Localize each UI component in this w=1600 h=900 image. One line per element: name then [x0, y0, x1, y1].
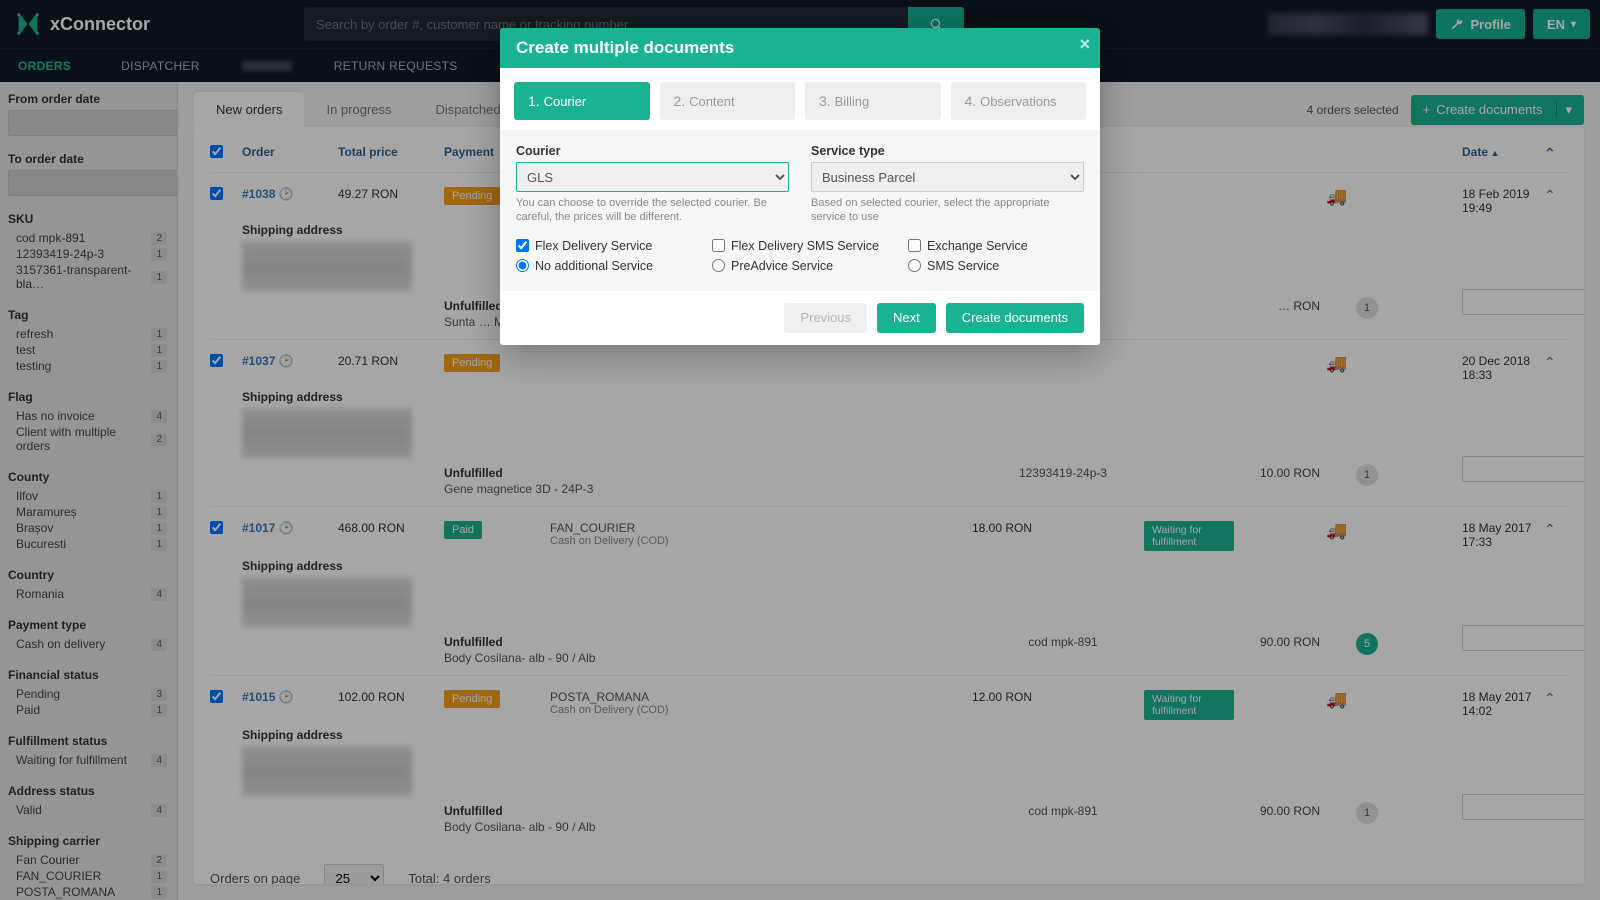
service-type-select[interactable]: Business Parcel: [811, 162, 1084, 192]
courier-field-label: Courier: [516, 144, 789, 158]
step-observations[interactable]: 4. Observations: [951, 82, 1087, 120]
modal-title: Create multiple documents: [516, 38, 734, 57]
opt-no-additional[interactable]: No additional Service: [516, 259, 692, 273]
courier-hint: You can choose to override the selected …: [516, 196, 789, 225]
opt-flex-sms[interactable]: Flex Delivery SMS Service: [712, 239, 888, 253]
modal-close-icon[interactable]: ×: [1079, 34, 1090, 55]
opt-sms[interactable]: SMS Service: [908, 259, 1084, 273]
opt-exchange[interactable]: Exchange Service: [908, 239, 1084, 253]
step-courier[interactable]: 1. Courier: [514, 82, 650, 120]
next-button[interactable]: Next: [877, 303, 936, 333]
service-hint: Based on selected courier, select the ap…: [811, 196, 1084, 225]
step-billing[interactable]: 3. Billing: [805, 82, 941, 120]
opt-preadvice[interactable]: PreAdvice Service: [712, 259, 888, 273]
previous-button: Previous: [784, 303, 867, 333]
modal-overlay: Create multiple documents × 1. Courier 2…: [0, 0, 1600, 900]
service-type-label: Service type: [811, 144, 1084, 158]
step-content[interactable]: 2. Content: [660, 82, 796, 120]
opt-flex[interactable]: Flex Delivery Service: [516, 239, 692, 253]
create-documents-modal-button[interactable]: Create documents: [946, 303, 1084, 333]
courier-select[interactable]: GLS: [516, 162, 789, 192]
create-documents-modal: Create multiple documents × 1. Courier 2…: [500, 28, 1100, 345]
